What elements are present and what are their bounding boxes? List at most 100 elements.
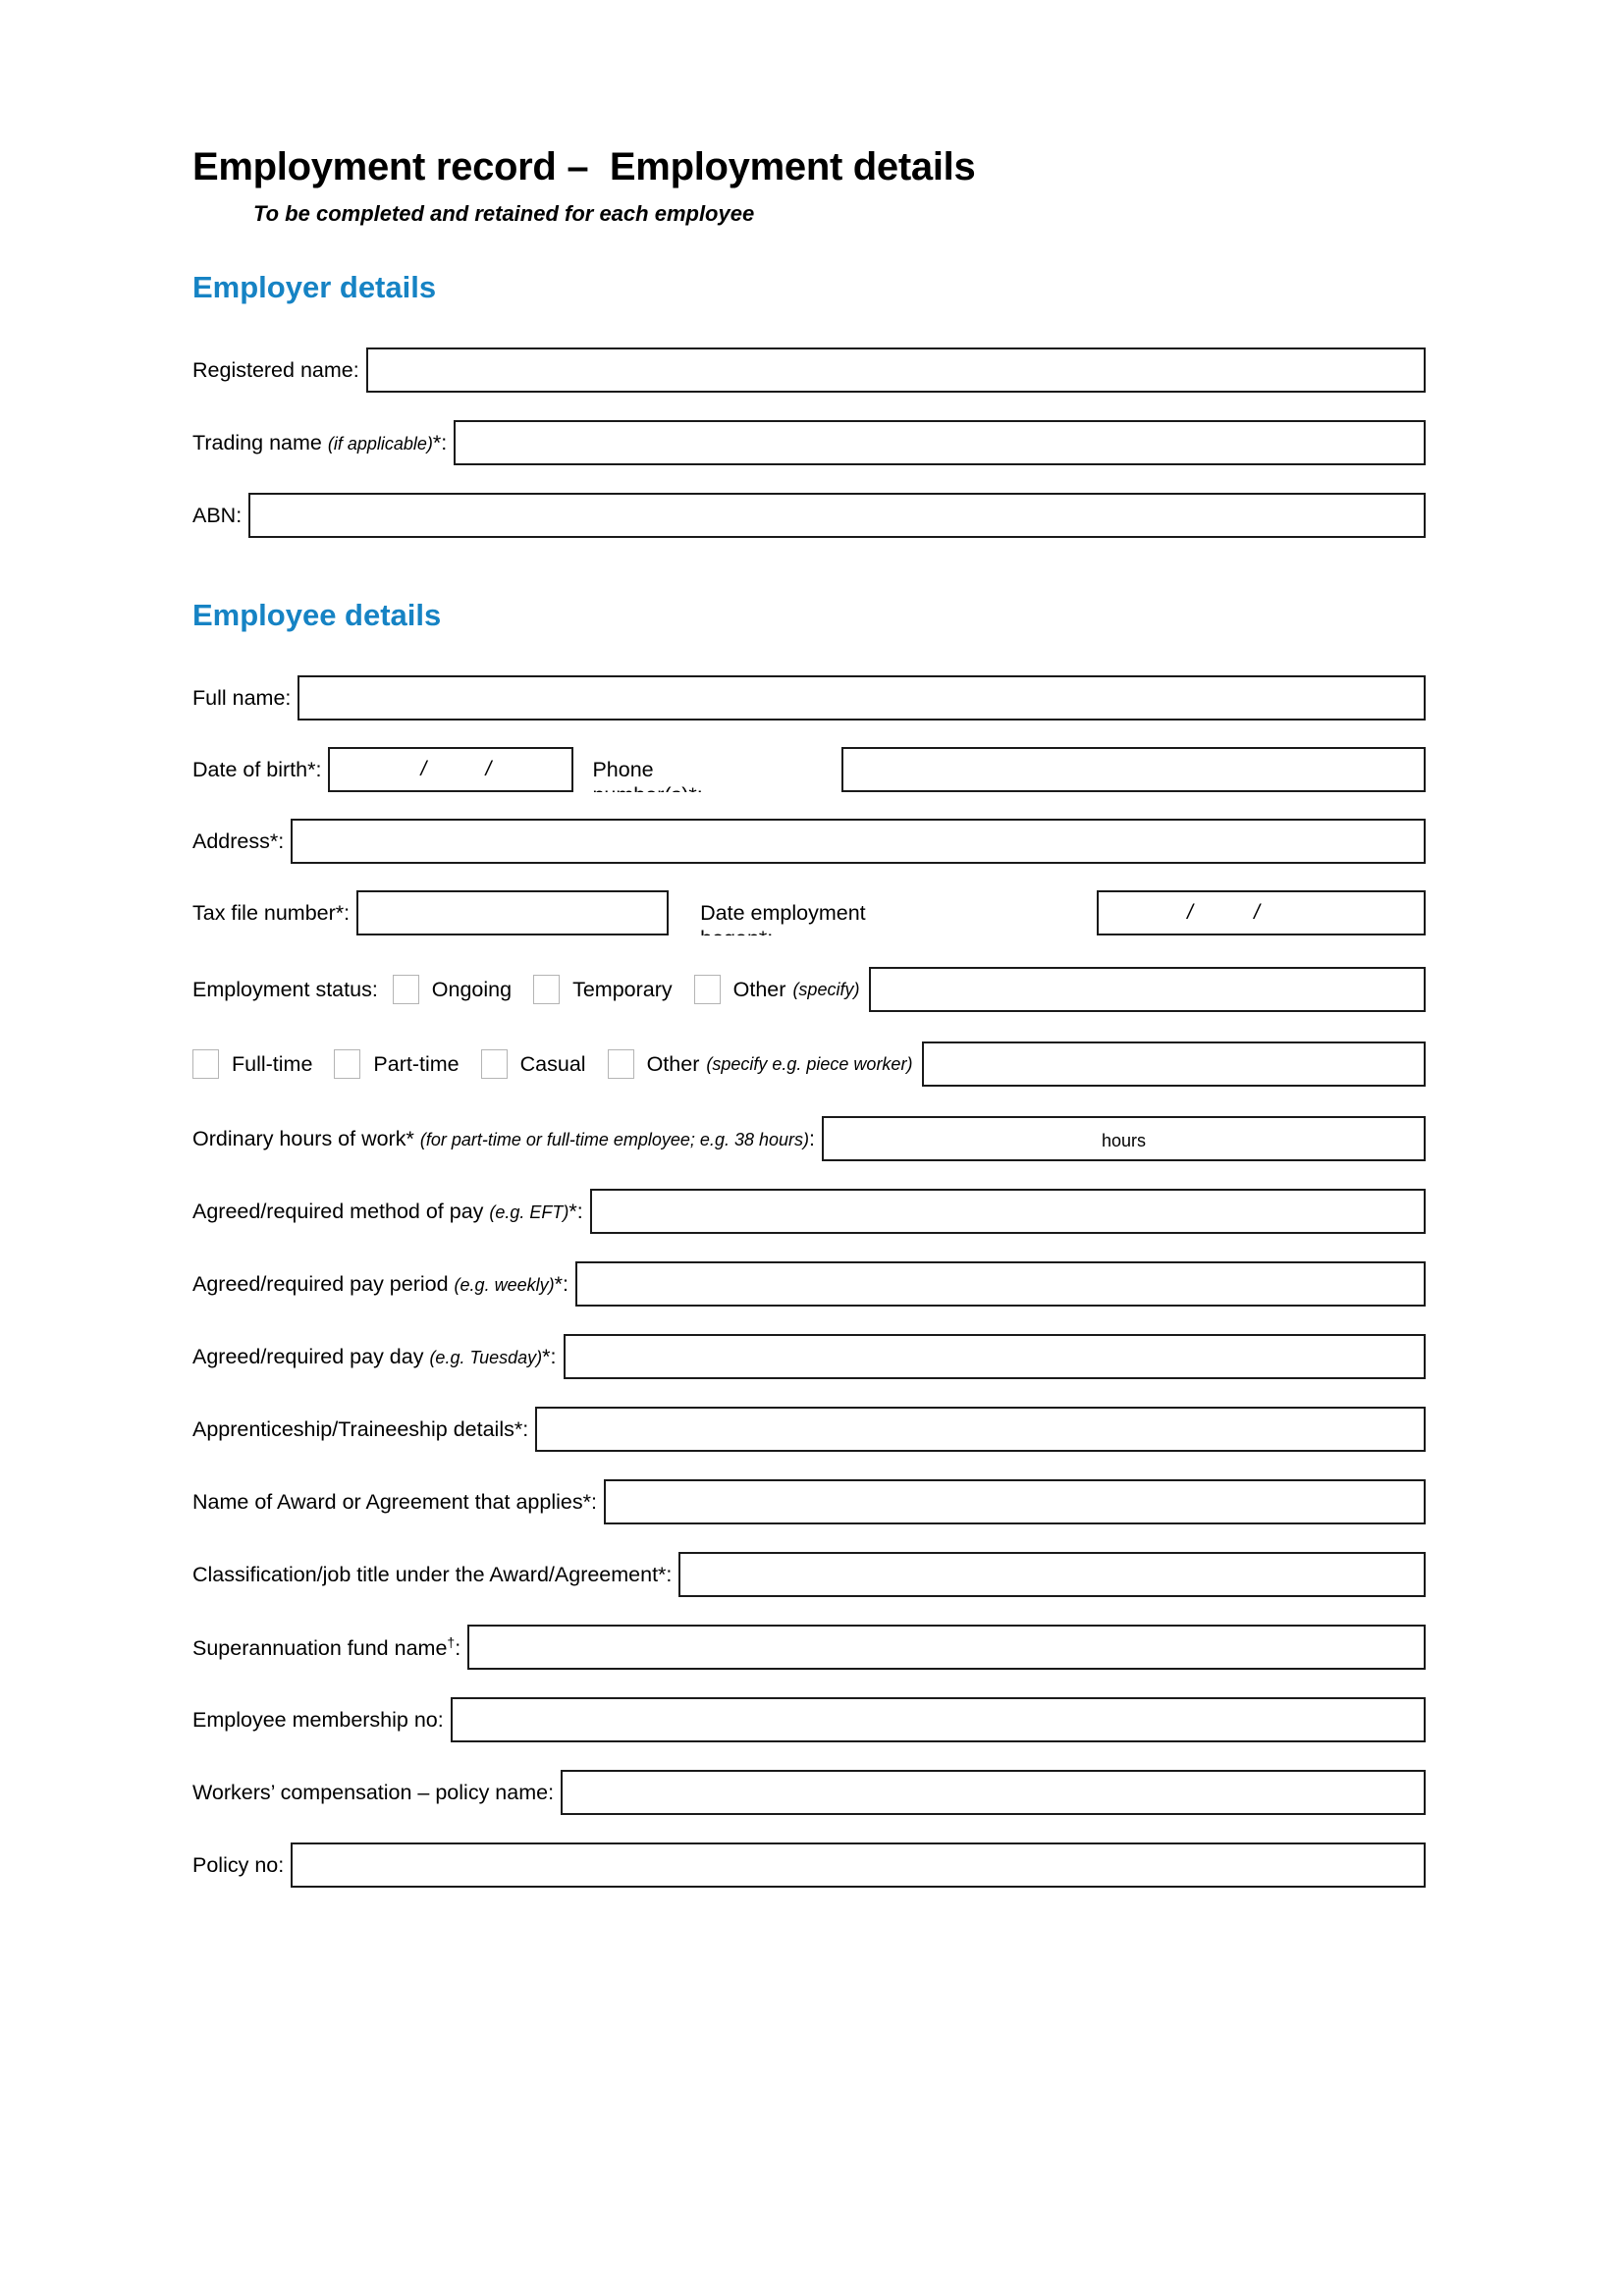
checkbox-ongoing[interactable] [392,975,419,1005]
date-separator-2: / [485,758,492,781]
pay-day-input[interactable] [563,1334,1426,1380]
policy-no-label: Policy no: [192,1853,285,1878]
date-separator-1: / [420,758,427,781]
field-row-apprenticeship: Apprenticeship/Traineeship details*: [192,1407,1426,1453]
field-row-tfn-date-employment: Tax file number*: Date employment began*… [192,890,1426,936]
date-employment-label: Date employment began*: [700,901,1097,935]
abn-input[interactable] [248,493,1426,539]
super-fund-label: Superannuation fund name†: [192,1634,467,1661]
date-employment-separator-1: / [1187,901,1193,925]
field-row-award-name: Name of Award or Agreement that applies*… [192,1479,1426,1525]
phone-label: Phone number(s)*: [592,758,841,792]
pay-day-label: Agreed/required pay day (e.g. Tuesday)*: [192,1345,564,1369]
checkbox-temporary-label: Temporary [572,977,673,1001]
tax-file-number-label: Tax file number*: [192,901,351,926]
pay-day-label-tail: *: [542,1345,557,1369]
apprenticeship-label: Apprenticeship/Traineeship details*: [192,1417,529,1442]
pay-day-label-hint: (e.g. Tuesday) [429,1348,543,1368]
field-row-employment-status: Employment status: Ongoing Temporary Oth… [192,967,1426,1013]
employment-status-label: Employment status: [192,978,378,1002]
date-of-birth-input[interactable]: / / [328,747,574,793]
field-row-trading-name: Trading name (if applicable)*: [192,420,1426,466]
tax-file-number-input[interactable] [356,890,670,936]
ordinary-hours-label-tail: : [809,1127,815,1151]
super-fund-label-main: Superannuation fund name [192,1636,448,1661]
checkbox-part-time-label: Part-time [373,1051,460,1076]
date-employment-label-line2: began*: [700,927,773,935]
address-input[interactable] [291,819,1426,865]
date-employment-separator-2: / [1254,901,1260,925]
method-of-pay-label-hint: (e.g. EFT) [489,1202,569,1223]
abn-label: ABN: [192,503,243,527]
page-subtitle: To be completed and retained for each em… [253,201,755,226]
field-row-pay-period: Agreed/required pay period (e.g. weekly)… [192,1261,1426,1308]
employment-status-other-input[interactable] [869,967,1426,1013]
policy-no-input[interactable] [291,1842,1426,1889]
document-page: Employment record – Employment details T… [0,0,1623,2296]
checkbox-full-time[interactable] [192,1049,219,1080]
checkbox-type-other-hint: (specify e.g. piece worker) [706,1053,913,1074]
field-row-method-of-pay: Agreed/required method of pay (e.g. EFT)… [192,1189,1426,1235]
classification-label: Classification/job title under the Award… [192,1563,673,1587]
field-row-pay-day: Agreed/required pay day (e.g. Tuesday)*: [192,1334,1426,1380]
address-label: Address*: [192,829,285,854]
trading-name-label: Trading name (if applicable)*: [192,431,454,455]
method-of-pay-label-tail: *: [568,1200,583,1224]
pay-period-label-tail: *: [554,1272,568,1297]
checkbox-casual-label: Casual [519,1051,586,1076]
full-name-label: Full name: [192,686,292,711]
checkbox-temporary[interactable] [533,975,561,1005]
pay-period-input[interactable] [574,1261,1426,1308]
classification-input[interactable] [678,1552,1426,1598]
registered-name-input[interactable] [365,347,1426,394]
employment-type-other-input[interactable] [922,1041,1426,1088]
field-row-dob-phone: Date of birth*: / / Phone number(s)*: [192,747,1426,793]
date-employment-input[interactable]: / / [1097,890,1426,936]
checkbox-part-time[interactable] [334,1049,361,1080]
ordinary-hours-unit: hours [1101,1131,1146,1151]
workers-comp-label: Workers’ compensation – policy name: [192,1781,555,1805]
apprenticeship-input[interactable] [535,1407,1426,1453]
trading-name-label-tail: *: [432,430,448,454]
checkbox-type-other[interactable] [607,1049,634,1080]
phone-label-line1: Phone [592,758,654,782]
trading-name-label-main: Trading name [192,430,328,454]
page-title: Employment record – Employment details [192,145,976,188]
trading-name-input[interactable] [454,420,1426,466]
ordinary-hours-label-hint: (for part-time or full-time employee; e.… [419,1130,809,1150]
phone-input[interactable] [841,747,1426,793]
date-of-birth-label: Date of birth*: [192,758,322,782]
method-of-pay-label: Agreed/required method of pay (e.g. EFT)… [192,1200,590,1224]
ordinary-hours-input[interactable]: hours [821,1116,1426,1162]
field-row-address: Address*: [192,819,1426,865]
field-row-workers-comp: Workers’ compensation – policy name: [192,1770,1426,1816]
pay-period-label-hint: (e.g. weekly) [454,1275,555,1296]
workers-comp-input[interactable] [561,1770,1426,1816]
pay-day-label-main: Agreed/required pay day [192,1345,430,1369]
ordinary-hours-label: Ordinary hours of work* (for part-time or… [192,1127,822,1151]
section-heading-employee: Employee details [192,598,442,633]
full-name-input[interactable] [298,675,1426,721]
field-row-registered-name: Registered name: [192,347,1426,394]
field-row-super-fund: Superannuation fund name†: [192,1625,1426,1671]
pay-period-label: Agreed/required pay period (e.g. weekly)… [192,1272,575,1297]
trading-name-label-hint: (if applicable) [327,433,433,454]
award-name-label: Name of Award or Agreement that applies*… [192,1490,597,1515]
super-fund-input[interactable] [467,1625,1426,1671]
field-row-abn: ABN: [192,493,1426,539]
date-employment-label-line1: Date employment [700,901,866,926]
field-row-membership-no: Employee membership no: [192,1697,1426,1743]
membership-no-input[interactable] [450,1697,1426,1743]
section-heading-employer: Employer details [192,270,437,305]
super-fund-label-tail: : [455,1636,461,1661]
ordinary-hours-label-main: Ordinary hours of work* [192,1127,414,1151]
checkbox-casual[interactable] [480,1049,508,1080]
checkbox-ongoing-label: Ongoing [431,977,513,1001]
checkbox-status-other-label: Other [732,977,786,1001]
field-row-ordinary-hours: Ordinary hours of work* (for part-time or… [192,1116,1426,1162]
pay-period-label-main: Agreed/required pay period [192,1272,455,1297]
checkbox-full-time-label: Full-time [232,1051,313,1076]
checkbox-status-other[interactable] [693,975,721,1005]
award-name-input[interactable] [603,1479,1426,1525]
method-of-pay-input[interactable] [589,1189,1426,1235]
